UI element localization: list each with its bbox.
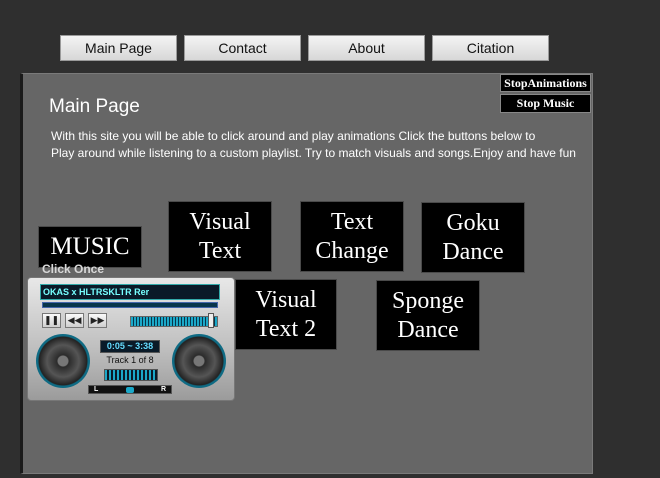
visual-text-label-2: Text (198, 237, 242, 264)
volume-slider[interactable] (130, 316, 218, 327)
balance-slider[interactable]: L R (88, 385, 172, 394)
rewind-icon: ◀◀ (67, 315, 82, 326)
text-change-label-1: Text (330, 208, 374, 235)
equalizer-icon (104, 369, 158, 381)
goku-dance-button[interactable]: Goku Dance (421, 202, 525, 273)
balance-left-label: L (94, 386, 99, 393)
nav-about[interactable]: About (308, 35, 425, 61)
track-counter: Track 1 of 8 (106, 355, 154, 365)
click-once-label: Click Once (42, 262, 105, 276)
nav-main-page[interactable]: Main Page (60, 35, 177, 61)
visual-text-label-1: Visual (189, 208, 251, 235)
balance-right-label: R (160, 386, 166, 393)
time-display: 0:05 ~ 3:38 (100, 340, 160, 353)
stop-animations-button[interactable]: StopAnimations (500, 74, 591, 92)
right-speaker-icon (172, 334, 226, 388)
now-playing-display: OKAS x HLTRSKLTR Rer (40, 284, 220, 300)
previous-button[interactable]: ◀◀ (65, 313, 84, 328)
sponge-dance-button[interactable]: Sponge Dance (376, 280, 480, 351)
music-button-label: MUSIC (50, 233, 130, 260)
sponge-dance-label-2: Dance (397, 316, 459, 343)
pause-icon: ❚❚ (43, 315, 60, 326)
next-button[interactable]: ▶▶ (88, 313, 107, 328)
visual-text-2-button[interactable]: Visual Text 2 (235, 279, 337, 350)
goku-dance-label-2: Dance (442, 238, 504, 265)
seek-bar[interactable] (42, 302, 218, 308)
balance-handle[interactable] (125, 386, 134, 393)
fast-forward-icon: ▶▶ (90, 315, 105, 326)
page-title: Main Page (49, 96, 140, 117)
visual-text-2-label-1: Visual (255, 286, 317, 313)
pause-button[interactable]: ❚❚ (42, 313, 61, 328)
text-change-button[interactable]: Text Change (300, 201, 404, 272)
text-change-label-2: Change (315, 237, 389, 264)
music-player: OKAS x HLTRSKLTR Rer ❚❚ ◀◀ ▶▶ 0:05 ~ 3:3… (27, 277, 235, 401)
nav-contact[interactable]: Contact (184, 35, 301, 61)
goku-dance-label-1: Goku (446, 209, 500, 236)
sponge-dance-label-1: Sponge (392, 287, 464, 314)
visual-text-button[interactable]: Visual Text (168, 201, 272, 272)
visual-text-2-label-2: Text 2 (255, 315, 317, 342)
stop-music-button[interactable]: Stop Music (500, 94, 591, 113)
nav-citation[interactable]: Citation (432, 35, 549, 61)
intro-text-line-2: Play around while listening to a custom … (51, 146, 576, 160)
volume-handle[interactable] (208, 313, 214, 328)
left-speaker-icon (36, 334, 90, 388)
intro-text-line-1: With this site you will be able to click… (51, 129, 536, 143)
